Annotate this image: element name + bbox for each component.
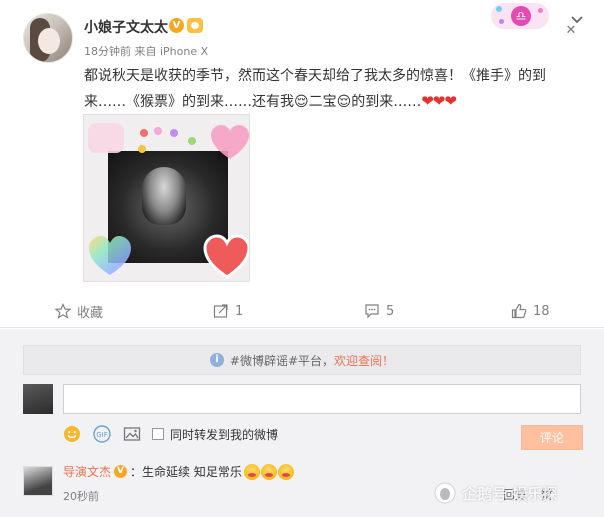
- also-repost-checkbox[interactable]: [152, 428, 164, 440]
- commenter-name[interactable]: 导演文杰: [63, 463, 111, 480]
- commenter-avatar[interactable]: [23, 466, 53, 496]
- kiss-emoji-icon: [243, 463, 260, 480]
- kiss-emoji-icon: [260, 463, 277, 480]
- member-level-icon: [187, 18, 203, 33]
- notice-prefix: #微博辟谣#平台，: [229, 353, 335, 368]
- notice-link[interactable]: 欢迎查阅！: [334, 352, 394, 369]
- rumor-notice-banner: i #微博辟谣#平台， 欢迎查阅！: [23, 345, 581, 375]
- also-repost-label[interactable]: 同时转发到我的微博: [170, 426, 278, 443]
- sparkle-icon: [496, 6, 502, 12]
- rainbow-heart-sticker-icon: [89, 236, 131, 275]
- comment-item: 导演文杰 V ：生命延续 知足常乐: [63, 463, 294, 480]
- watermark-text: 企鹅号 娱乐探: [462, 484, 558, 503]
- kiss-emoji-icon: [277, 463, 294, 480]
- image-icon[interactable]: [123, 425, 141, 443]
- favorite-button[interactable]: 收藏: [55, 296, 103, 326]
- weibo-post-card: 小娘子文太太 V ♎ 18分钟前 来自 iPhone X 都说秋天是收获的季节，…: [0, 0, 604, 328]
- red-heart-sticker-icon: [203, 234, 249, 279]
- baby-emoji-icon: 😌: [294, 94, 309, 110]
- comment-button[interactable]: 5: [364, 296, 394, 326]
- close-icon[interactable]: ✕: [565, 24, 577, 37]
- post-action-bar: 收藏 1 5 18: [0, 296, 604, 326]
- zodiac-decoration-icon: ♎: [491, 3, 549, 29]
- comment-toolbar: GIF 同时转发到我的微博: [63, 424, 278, 444]
- repost-count: 1: [235, 303, 244, 319]
- verified-badge-icon: V: [169, 18, 184, 33]
- libra-icon: ♎: [511, 6, 531, 26]
- author-name[interactable]: 小娘子文太太: [84, 17, 168, 37]
- emoji-icon[interactable]: [63, 425, 81, 443]
- repost-icon: [213, 304, 228, 318]
- post-image-ultrasound[interactable]: [83, 114, 250, 282]
- info-icon: i: [209, 353, 224, 367]
- submit-comment-button[interactable]: 评论: [521, 425, 583, 450]
- gif-icon[interactable]: GIF: [93, 425, 111, 443]
- post-text-end: 的到来……: [351, 94, 422, 110]
- avatar-face: [38, 28, 60, 54]
- author-avatar[interactable]: [23, 13, 73, 63]
- favorite-icon: [55, 303, 71, 319]
- hearts-emoji: ❤❤❤: [421, 92, 457, 110]
- ultrasound-baby: [142, 167, 186, 225]
- watermark: 企鹅号 娱乐探: [434, 478, 557, 508]
- favorite-label: 收藏: [77, 305, 104, 321]
- pink-bubble-icon: [88, 123, 124, 153]
- post-text: 都说秋天是收获的季节，然而这个春天却给了我太多的惊喜！《推手》的到来……《猴票》…: [84, 64, 554, 115]
- repost-button[interactable]: 1: [213, 296, 243, 326]
- comment-text: ：生命延续 知足常乐: [130, 465, 242, 479]
- svg-text:GIF: GIF: [96, 431, 108, 439]
- penguin-logo-icon: [434, 482, 456, 504]
- post-text-mid: 二宝: [308, 94, 337, 110]
- like-icon: [511, 303, 527, 319]
- like-count: 18: [533, 303, 550, 319]
- sparkle-icon: [538, 8, 543, 13]
- baby-emoji-icon: 😌: [336, 94, 352, 110]
- sparkle-icon: [499, 19, 504, 24]
- like-button[interactable]: 18: [511, 296, 550, 326]
- post-meta: 18分钟前 来自 iPhone X: [84, 45, 209, 58]
- heart-stickers-icon: [138, 127, 196, 153]
- comment-emojis: [243, 463, 294, 480]
- comment-input[interactable]: [63, 384, 581, 414]
- verified-badge-icon: V: [114, 465, 128, 478]
- my-avatar[interactable]: [23, 384, 53, 414]
- comment-time: 20秒前: [63, 490, 99, 503]
- pink-heart-sticker-icon: [211, 125, 249, 159]
- comment-icon: [365, 304, 379, 319]
- comment-count: 5: [386, 303, 395, 319]
